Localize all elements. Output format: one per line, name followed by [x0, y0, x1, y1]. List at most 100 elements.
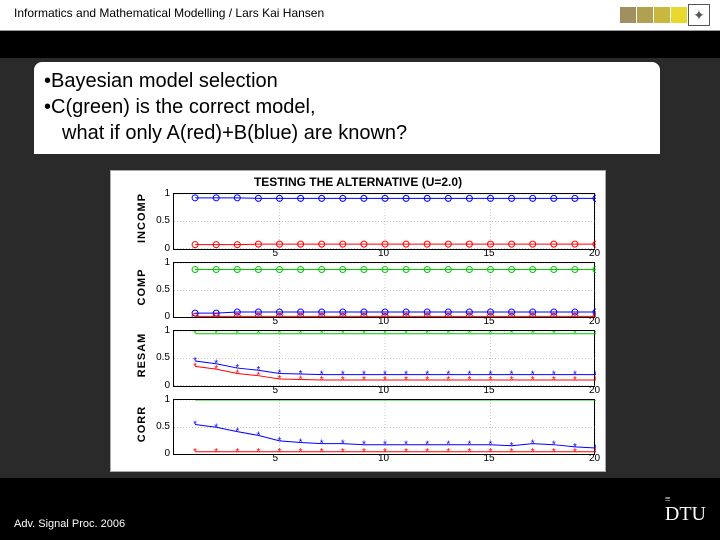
content-text: •Bayesian model selection •C(green) is t…: [34, 62, 660, 154]
x-tick-label: 10: [378, 248, 389, 259]
svg-text:*: *: [489, 331, 493, 340]
header-text: Informatics and Mathematical Modelling /…: [14, 6, 324, 20]
arrow-icon: ✦: [688, 4, 710, 26]
square-icon: [654, 7, 670, 23]
chart-panel-corr: ****************************************…: [173, 399, 595, 456]
footer-text: Adv. Signal Proc. 2006: [14, 518, 125, 530]
svg-text:*: *: [214, 400, 218, 406]
bullet-3: what if only A(red)+B(blue) are known?: [44, 120, 650, 146]
svg-text:*: *: [235, 426, 239, 437]
x-tick-label: 20: [589, 248, 600, 259]
svg-text:*: *: [235, 400, 239, 406]
svg-text:*: *: [299, 375, 303, 386]
svg-text:*: *: [214, 446, 218, 454]
svg-text:*: *: [235, 446, 239, 454]
svg-text:*: *: [278, 446, 282, 454]
svg-text:*: *: [256, 331, 260, 340]
svg-text:*: *: [404, 446, 408, 454]
svg-text:*: *: [299, 331, 303, 340]
svg-text:*: *: [320, 400, 324, 406]
svg-text:*: *: [425, 331, 429, 340]
svg-text:*: *: [467, 400, 471, 406]
svg-text:*: *: [256, 371, 260, 382]
svg-text:*: *: [446, 400, 450, 406]
svg-text:*: *: [510, 400, 514, 406]
y-axis-label: CORR: [136, 397, 148, 451]
svg-text:*: *: [552, 400, 556, 406]
svg-text:*: *: [552, 446, 556, 454]
svg-text:*: *: [278, 435, 282, 446]
svg-text:*: *: [404, 375, 408, 385]
x-tick-label: 5: [273, 453, 279, 464]
svg-text:*: *: [341, 331, 345, 340]
bullet-1: •Bayesian model selection: [44, 68, 650, 94]
svg-text:*: *: [278, 400, 282, 406]
svg-text:*: *: [573, 446, 577, 454]
x-tick-label: 10: [378, 385, 389, 396]
x-tick-label: 15: [484, 316, 495, 327]
svg-text:*: *: [594, 400, 596, 406]
svg-text:*: *: [341, 446, 345, 454]
y-tick-label: 1: [164, 257, 170, 268]
svg-text:*: *: [425, 400, 429, 406]
y-tick-label: 0: [164, 380, 170, 391]
chart-panel-resam: ****************************************…: [173, 330, 595, 387]
svg-text:*: *: [446, 375, 450, 385]
svg-text:*: *: [467, 375, 471, 385]
y-tick-label: 0.5: [156, 284, 170, 295]
y-axis-label: RESAM: [136, 328, 148, 382]
svg-text:*: *: [235, 369, 239, 380]
dtu-logo: ≡ DTU: [665, 497, 706, 526]
chart-title: TESTING THE ALTERNATIVE (U=2.0): [111, 175, 605, 189]
x-tick-label: 20: [589, 453, 600, 464]
svg-text:*: *: [510, 446, 514, 454]
svg-text:*: *: [193, 331, 197, 340]
svg-text:*: *: [573, 400, 577, 406]
svg-text:*: *: [193, 400, 197, 406]
svg-text:*: *: [214, 422, 218, 433]
svg-text:*: *: [531, 446, 535, 454]
svg-text:*: *: [531, 400, 535, 406]
x-tick-label: 20: [589, 316, 600, 327]
y-tick-label: 1: [164, 394, 170, 405]
svg-text:*: *: [193, 419, 197, 430]
svg-text:*: *: [425, 446, 429, 454]
svg-text:*: *: [193, 361, 197, 372]
svg-text:*: *: [383, 331, 387, 340]
svg-text:*: *: [467, 331, 471, 340]
svg-text:*: *: [341, 375, 345, 385]
svg-text:*: *: [256, 430, 260, 441]
svg-text:*: *: [425, 375, 429, 385]
svg-text:*: *: [278, 374, 282, 385]
svg-text:*: *: [552, 331, 556, 340]
svg-text:*: *: [531, 331, 535, 340]
chart-panel-comp: 00.51: [173, 262, 595, 319]
svg-text:*: *: [214, 364, 218, 375]
y-tick-label: 0: [164, 448, 170, 459]
svg-text:*: *: [362, 375, 366, 385]
logo-text: DTU: [665, 503, 706, 526]
x-tick-label: 10: [378, 316, 389, 327]
svg-text:*: *: [214, 331, 218, 340]
svg-text:*: *: [446, 331, 450, 340]
svg-text:*: *: [278, 331, 282, 340]
y-tick-label: 0.5: [156, 215, 170, 226]
y-tick-label: 0.5: [156, 421, 170, 432]
svg-text:*: *: [467, 446, 471, 454]
svg-text:*: *: [383, 400, 387, 406]
chart-figure: TESTING THE ALTERNATIVE (U=2.0) 00.51INC…: [110, 170, 606, 472]
svg-text:*: *: [320, 375, 324, 385]
svg-text:*: *: [299, 400, 303, 406]
svg-text:*: *: [531, 375, 535, 385]
svg-text:*: *: [594, 331, 596, 340]
svg-text:*: *: [320, 331, 324, 340]
y-tick-label: 1: [164, 188, 170, 199]
svg-text:*: *: [573, 331, 577, 340]
y-axis-label: INCOMP: [136, 191, 148, 245]
y-tick-label: 0: [164, 243, 170, 254]
y-tick-label: 0: [164, 311, 170, 322]
svg-text:*: *: [341, 400, 345, 406]
bullet-2: •C(green) is the correct model,: [44, 94, 650, 120]
svg-text:*: *: [193, 446, 197, 454]
svg-text:*: *: [510, 331, 514, 340]
